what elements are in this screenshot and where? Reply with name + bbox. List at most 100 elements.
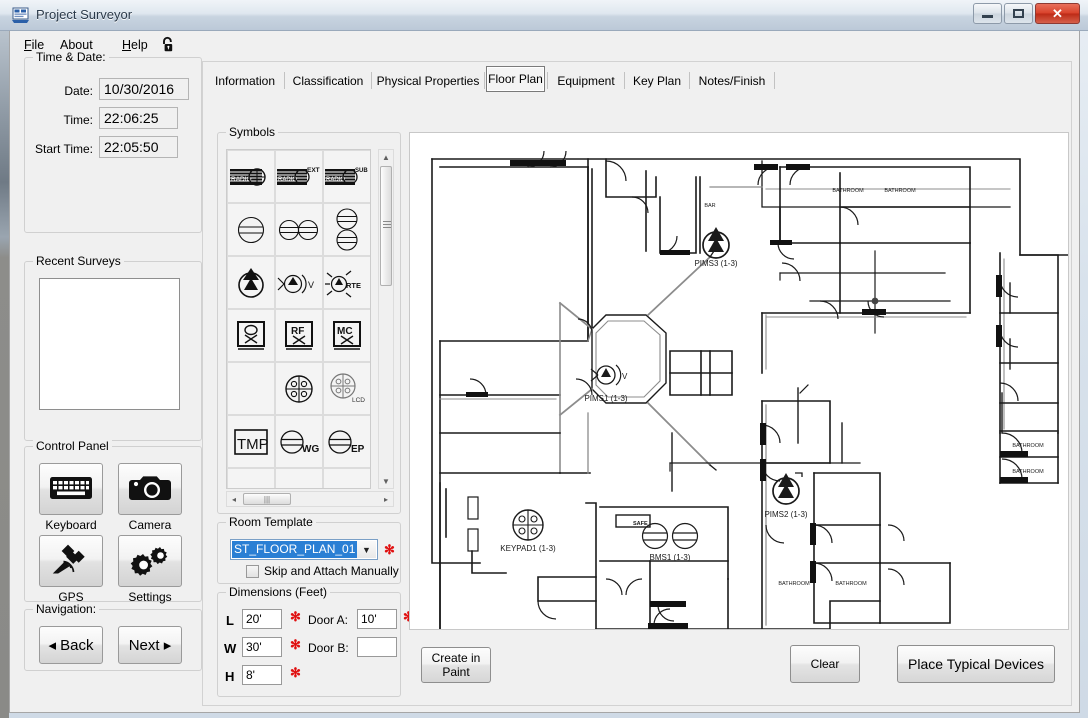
back-button[interactable]: ◂ Back: [39, 626, 103, 664]
next-button[interactable]: Next ▸: [118, 626, 182, 664]
tab-equipment[interactable]: Equipment: [549, 70, 623, 92]
time-and-date-group: Time & Date: Date: 10/30/2016 Time: 22:0…: [24, 50, 202, 233]
width-input[interactable]: 30': [242, 637, 282, 657]
close-button[interactable]: ✕: [1035, 3, 1080, 24]
time-value: 22:06:25: [99, 107, 178, 129]
symbol-cell-box-x-mc[interactable]: MC: [323, 309, 370, 362]
place-typical-devices-label: Place Typical Devices: [908, 656, 1044, 672]
create-in-paint-button[interactable]: Create in Paint: [421, 647, 491, 683]
svg-text:RTE: RTE: [346, 281, 361, 290]
fp-label-v: V: [622, 372, 628, 381]
svg-text:EXT: EXT: [307, 167, 320, 174]
scroll-right-icon[interactable]: ▸: [379, 492, 393, 506]
minimize-button[interactable]: [973, 3, 1002, 24]
tab-information[interactable]: Information: [207, 70, 283, 92]
time-and-date-group-label: Time & Date:: [33, 50, 109, 64]
symbol-cell-circle-split-double[interactable]: [275, 203, 323, 256]
symbol-cell-radio-sub[interactable]: RADIO SUB: [323, 150, 370, 203]
symbols-hscroll-thumb[interactable]: |||: [243, 493, 291, 505]
symbols-scroll-thumb[interactable]: [380, 166, 392, 286]
svg-text:WG: WG: [302, 444, 319, 455]
fp-label-bathroom-4: BATHROOM: [835, 581, 867, 587]
unlocked-padlock-icon[interactable]: [158, 35, 178, 58]
symbol-cell-wg[interactable]: WG: [275, 415, 323, 468]
recent-surveys-group: Recent Surveys: [24, 254, 202, 441]
recent-surveys-list[interactable]: [39, 278, 180, 410]
symbol-cell-motion-v[interactable]: V: [275, 256, 323, 309]
symbol-cell-tmp[interactable]: TMP: [227, 415, 275, 468]
keyboard-button[interactable]: [39, 463, 103, 515]
skip-and-attach-checkbox[interactable]: [246, 565, 259, 578]
next-button-label: Next ▸: [128, 637, 172, 654]
scroll-up-icon[interactable]: ▲: [379, 150, 393, 164]
dimensions-group-label: Dimensions (Feet): [226, 585, 331, 599]
symbol-cell-blank[interactable]: [227, 362, 275, 415]
symbol-cell-radio-ext[interactable]: RADIO EXT: [275, 150, 323, 203]
camera-button[interactable]: [118, 463, 182, 515]
scroll-down-icon[interactable]: ▼: [379, 474, 393, 488]
tab-notes-finish[interactable]: Notes/Finish: [691, 70, 773, 92]
tab-strip: Information Classification Physical Prop…: [207, 66, 1069, 92]
close-icon: ✕: [1052, 5, 1063, 21]
svg-text:SUB: SUB: [355, 168, 368, 174]
satellite-icon: [51, 544, 91, 579]
window-left-border: [0, 31, 9, 718]
gps-button[interactable]: [39, 535, 103, 587]
width-required-marker: ✻: [290, 637, 301, 652]
symbol-cell-box-x[interactable]: [227, 309, 275, 362]
menu-help[interactable]: Help: [122, 38, 148, 52]
floor-plan-drawing: BAR BATHROOM BATHROOM PIMS3 (1-3) V PIMS…: [410, 133, 1068, 629]
height-input[interactable]: 8': [242, 665, 282, 685]
keyboard-label: Keyboard: [45, 518, 97, 532]
length-input[interactable]: 20': [242, 609, 282, 629]
symbol-cell-keypad-lcd[interactable]: LCD: [323, 362, 370, 415]
door-a-input[interactable]: 10': [357, 609, 397, 629]
scroll-left-icon[interactable]: ◂: [227, 492, 241, 506]
symbols-grid[interactable]: RADIO RADIO EXT RADIO SUB V RTE RF MC LC…: [226, 149, 371, 489]
maximize-icon: [1005, 4, 1032, 23]
floor-plan-canvas[interactable]: BAR BATHROOM BATHROOM PIMS3 (1-3) V PIMS…: [409, 132, 1069, 630]
height-key: H: [225, 669, 235, 684]
symbol-cell-ep[interactable]: EP: [323, 415, 370, 468]
symbol-cell-circle-split-stack[interactable]: [323, 203, 370, 256]
length-required-marker: ✻: [290, 609, 301, 624]
fp-label-keypad1: KEYPAD1 (1-3): [500, 544, 556, 553]
symbol-cell-box-x-rf[interactable]: RF: [275, 309, 323, 362]
chevron-down-icon[interactable]: ▼: [357, 541, 376, 558]
height-required-marker: ✻: [290, 665, 301, 680]
svg-text:TMP: TMP: [237, 436, 269, 453]
tab-classification[interactable]: Classification: [286, 70, 370, 92]
control-panel-group-label: Control Panel: [33, 439, 112, 453]
date-value: 10/30/2016: [99, 78, 189, 100]
door-b-input[interactable]: [357, 637, 397, 657]
symbols-horizontal-scrollbar[interactable]: ◂ ||| ▸: [226, 491, 394, 507]
place-typical-devices-button[interactable]: Place Typical Devices: [897, 645, 1055, 683]
symbol-cell-circle-half-2[interactable]: [275, 468, 323, 488]
symbols-vertical-scrollbar[interactable]: ▲ ▼: [378, 149, 394, 489]
skip-and-attach-label[interactable]: Skip and Attach Manually: [264, 564, 399, 578]
symbol-cell-circle-half-1[interactable]: [227, 468, 275, 488]
app-icon: [12, 7, 29, 23]
window-title: Project Surveyor: [36, 7, 133, 22]
clear-button[interactable]: Clear: [790, 645, 860, 683]
room-template-value: ST_FLOOR_PLAN_01: [232, 541, 357, 558]
tab-physical-properties[interactable]: Physical Properties: [373, 70, 483, 92]
symbol-cell-circle-split[interactable]: [227, 203, 275, 256]
svg-text:V: V: [308, 280, 314, 290]
room-template-combobox[interactable]: ST_FLOOR_PLAN_01 ▼: [230, 539, 378, 560]
room-template-group-label: Room Template: [226, 515, 316, 529]
settings-button[interactable]: [118, 535, 182, 587]
symbol-cell-motion-rte[interactable]: RTE: [323, 256, 370, 309]
navigation-group: Navigation: ◂ Back Next ▸: [24, 602, 202, 671]
fp-label-pims2: PIMS2 (1-3): [764, 510, 807, 519]
symbol-cell-keypad[interactable]: [275, 362, 323, 415]
tab-key-plan[interactable]: Key Plan: [626, 70, 688, 92]
fp-label-pims1: PIMS1 (1-3): [584, 394, 627, 403]
tab-floor-plan[interactable]: Floor Plan: [486, 66, 545, 92]
maximize-button[interactable]: [1004, 3, 1033, 24]
svg-text:MC: MC: [337, 326, 353, 337]
symbol-cell-radio[interactable]: RADIO: [227, 150, 275, 203]
symbol-cell-motion[interactable]: [227, 256, 275, 309]
symbols-group-label: Symbols: [226, 125, 279, 139]
symbol-cell-circle-half-3[interactable]: [323, 468, 370, 488]
